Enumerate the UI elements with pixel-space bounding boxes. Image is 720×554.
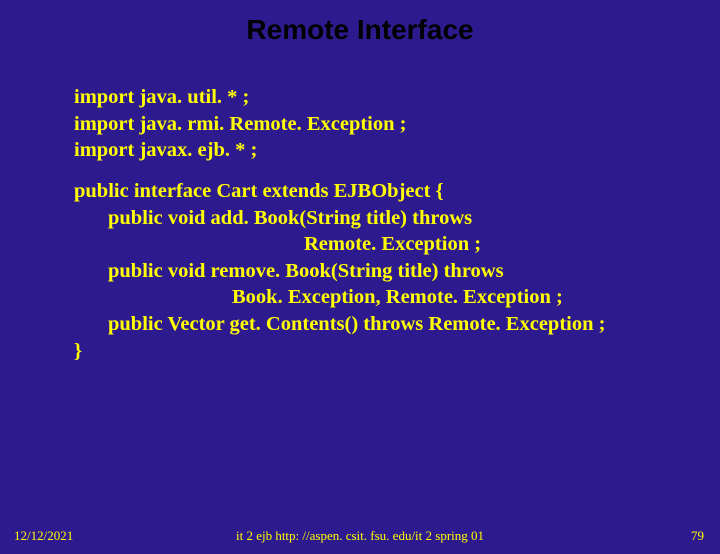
code-line: import java. util. * ; — [74, 84, 700, 111]
slide-title: Remote Interface — [0, 14, 720, 46]
code-line: import java. rmi. Remote. Exception ; — [74, 111, 700, 138]
code-line: public void add. Book(String title) thro… — [108, 205, 700, 232]
code-block: import java. util. * ; import java. rmi.… — [74, 84, 700, 364]
footer-source: it 2 ejb http: //aspen. csit. fsu. edu/i… — [0, 528, 720, 544]
code-line: public Vector get. Contents() throws Rem… — [108, 311, 700, 338]
code-line: public void remove. Book(String title) t… — [108, 258, 700, 285]
code-line: public interface Cart extends EJBObject … — [74, 178, 700, 205]
code-line: Book. Exception, Remote. Exception ; — [232, 284, 700, 311]
code-line: Remote. Exception ; — [304, 231, 700, 258]
code-line: } — [74, 338, 700, 365]
footer-page-number: 79 — [691, 528, 704, 544]
code-line: import javax. ejb. * ; — [74, 137, 700, 164]
slide-footer: 12/12/2021 it 2 ejb http: //aspen. csit.… — [0, 522, 720, 544]
